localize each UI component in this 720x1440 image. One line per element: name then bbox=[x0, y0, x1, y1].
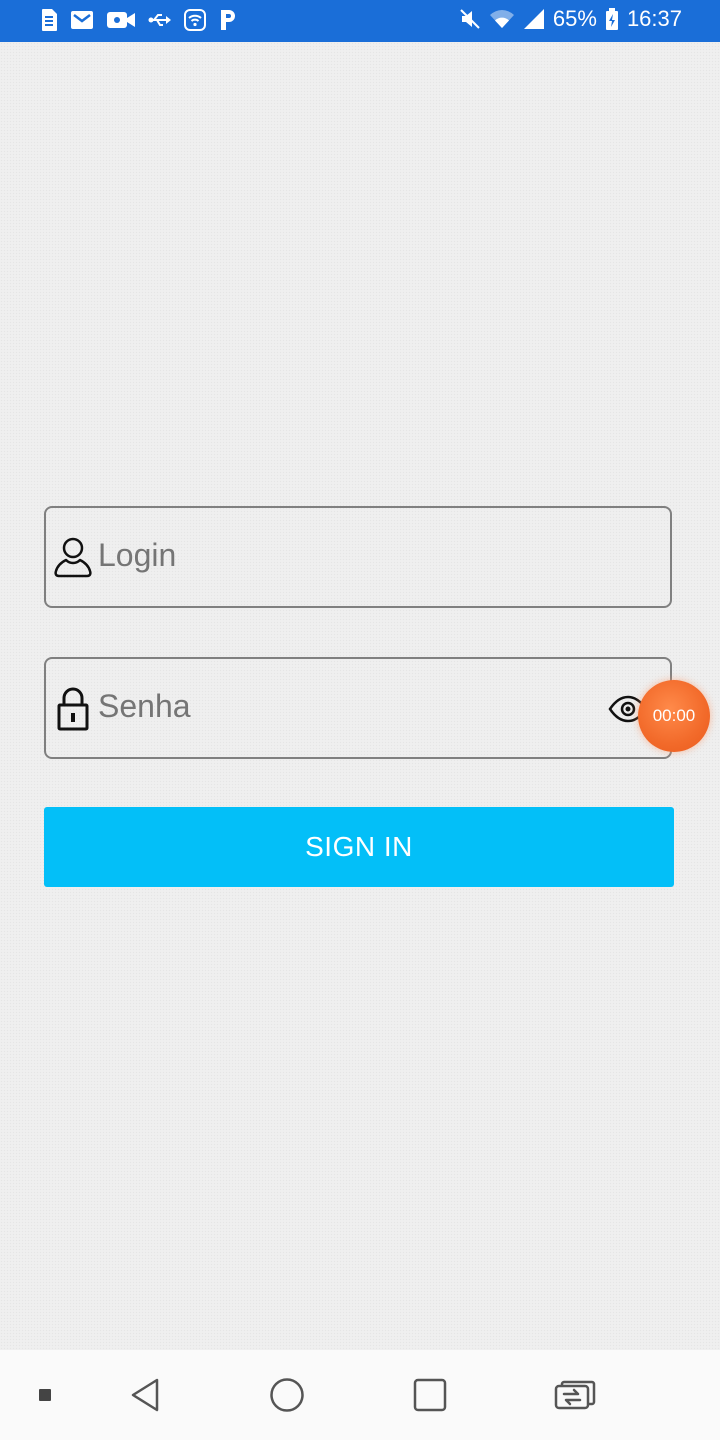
sign-in-button[interactable]: SIGN IN bbox=[44, 807, 674, 887]
menu-dot-icon bbox=[39, 1389, 51, 1401]
home-icon bbox=[270, 1378, 304, 1412]
clock: 16:37 bbox=[626, 6, 682, 31]
wifi-icon bbox=[489, 10, 514, 28]
switch-app-button[interactable] bbox=[540, 1350, 610, 1440]
p-app-icon bbox=[221, 10, 235, 30]
home-button[interactable] bbox=[252, 1350, 322, 1440]
notification-icons bbox=[40, 8, 238, 32]
navigation-bar bbox=[0, 1350, 720, 1440]
mail-icon bbox=[71, 11, 93, 29]
lock-icon bbox=[57, 687, 89, 731]
login-placeholder: Login bbox=[98, 537, 177, 573]
sim-card-icon bbox=[42, 9, 57, 31]
menu-dot-button[interactable] bbox=[20, 1350, 70, 1440]
battery-percent: 65% bbox=[552, 6, 597, 31]
floating-timer-bubble[interactable]: 00:00 bbox=[638, 680, 710, 752]
usb-icon bbox=[148, 14, 171, 26]
video-icon bbox=[107, 12, 135, 28]
recents-button[interactable] bbox=[395, 1350, 465, 1440]
mute-icon bbox=[460, 9, 480, 29]
signal-icon bbox=[523, 9, 544, 29]
login-field[interactable]: Login bbox=[44, 506, 672, 608]
wifi-square-icon bbox=[184, 9, 206, 31]
user-icon bbox=[54, 537, 92, 578]
timer-text: 00:00 bbox=[652, 706, 696, 725]
switch-app-icon bbox=[554, 1380, 596, 1410]
back-button[interactable] bbox=[110, 1350, 180, 1440]
system-status: 65% 16:37 bbox=[459, 6, 682, 32]
recents-icon bbox=[413, 1378, 447, 1412]
status-bar: 65% 16:37 bbox=[0, 0, 720, 42]
password-field[interactable]: Senha bbox=[44, 657, 672, 759]
password-placeholder: Senha bbox=[98, 688, 191, 724]
back-icon bbox=[131, 1378, 159, 1412]
battery-charging-icon bbox=[605, 8, 618, 30]
